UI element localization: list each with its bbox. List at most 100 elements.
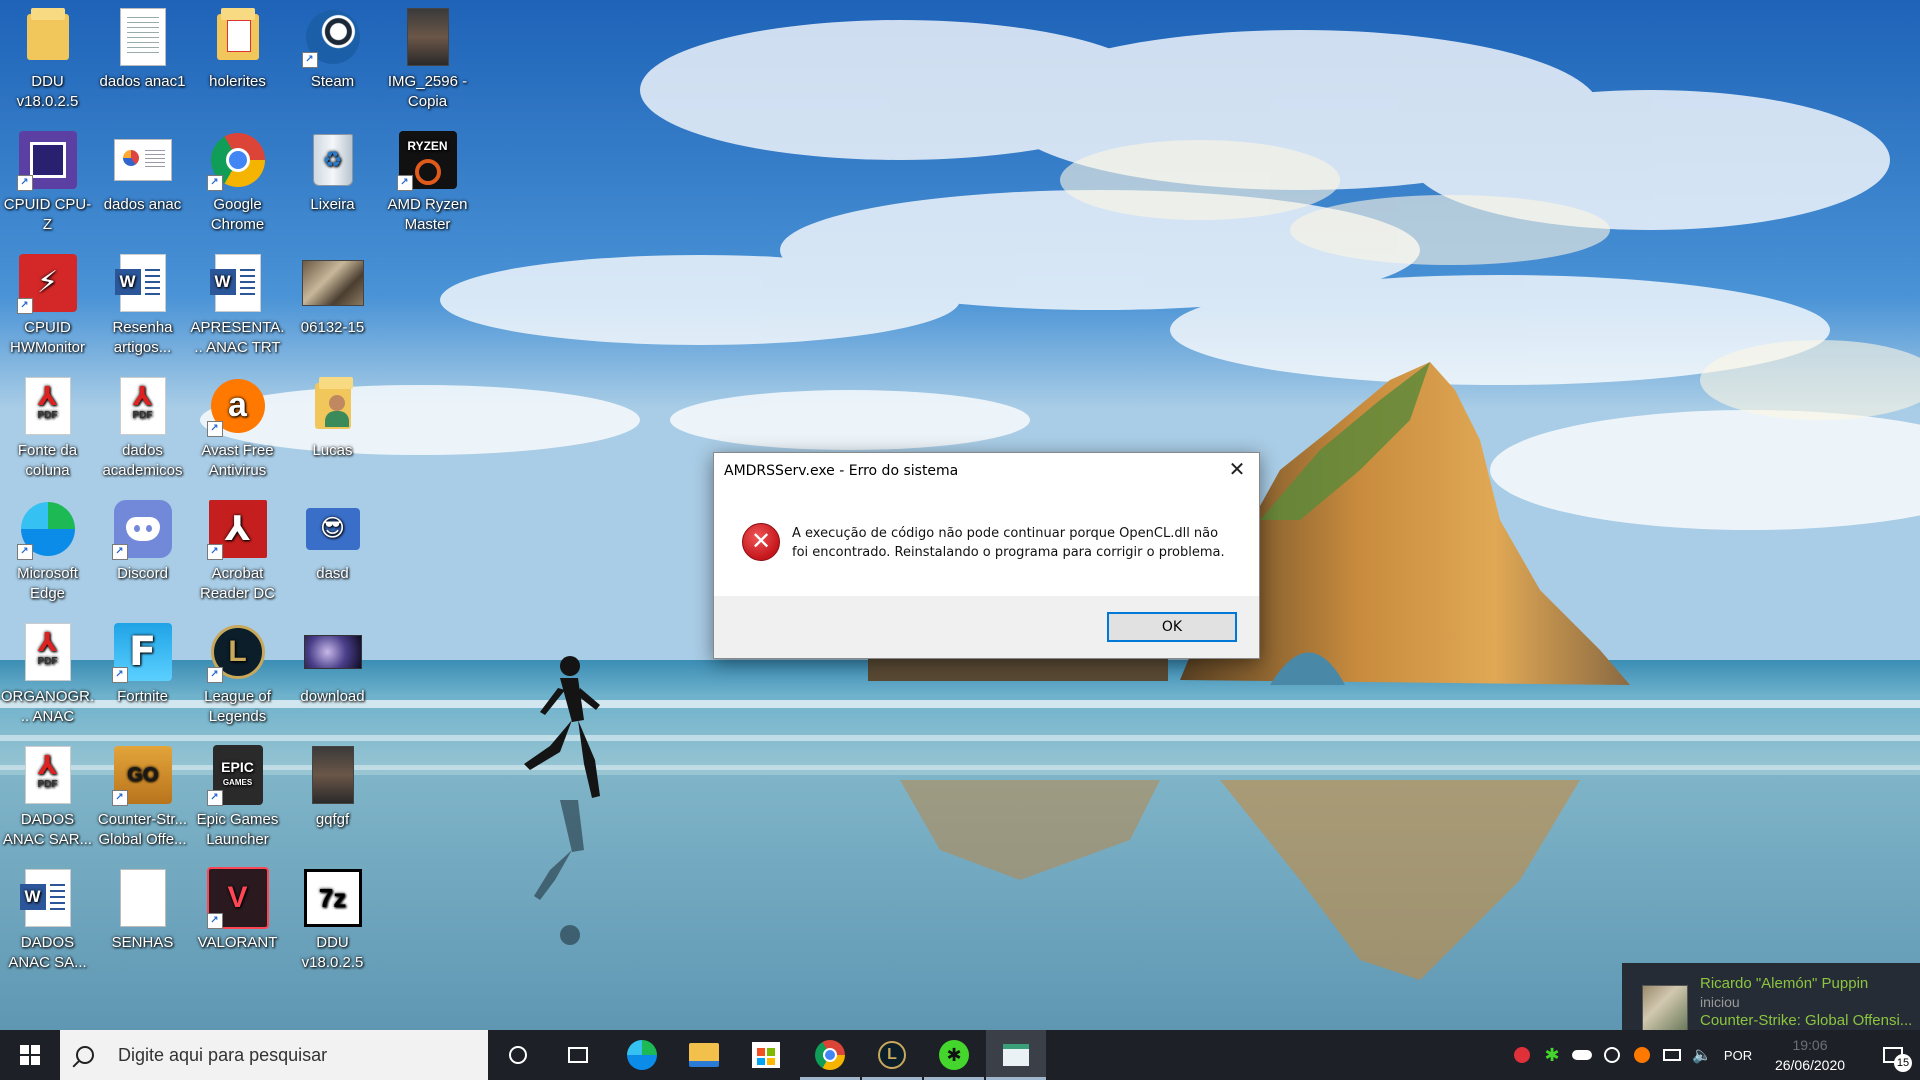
dialog-footer: OK <box>714 596 1259 658</box>
desktop-icon-label: CPUID CPU-Z <box>3 196 92 233</box>
clock-time: 19:06 <box>1792 1037 1828 1053</box>
folder-icon <box>17 6 79 68</box>
user-folder-icon <box>302 375 364 437</box>
desktop-icon-label: dados academicos <box>102 442 183 479</box>
tray-avast[interactable] <box>1628 1030 1656 1080</box>
notification-count-badge: 15 <box>1894 1054 1912 1072</box>
ryzen-master-icon: RYZEN ↗ <box>396 129 459 191</box>
desktop-icon-epic-games[interactable]: EPIC GAMES ↗ Epic Games Launcher <box>190 738 285 850</box>
taskbar-microsoft-store[interactable] <box>736 1030 796 1080</box>
desktop-icon-dados-academicos[interactable]: ⅄ PDF dados academicos <box>95 369 190 481</box>
taskbar: Digite aqui para pesquisar L ✱ ✱ 🔈 POR 1… <box>0 1030 1920 1080</box>
desktop-icon-lucas[interactable]: Lucas <box>285 369 380 461</box>
desktop-icon-acrobat-reader[interactable]: ⅄ ↗ Acrobat Reader DC <box>190 492 285 604</box>
desktop-icon-valorant[interactable]: V ↗ VALORANT <box>190 861 285 953</box>
avast-icon <box>1634 1047 1650 1063</box>
desktop-icon-organograma[interactable]: ⅄ PDF ORGANOGR... ANAC <box>0 615 95 727</box>
desktop-icon-ryzen-master[interactable]: RYZEN ↗ AMD Ryzen Master <box>380 123 475 235</box>
word-document-icon: W <box>17 867 79 929</box>
desktop-icon-steam[interactable]: ↗ Steam <box>285 0 380 92</box>
taskbar-chrome[interactable] <box>800 1030 860 1080</box>
desktop-icon-microsoft-edge[interactable]: ↗ Microsoft Edge <box>0 492 95 604</box>
desktop-icon-label: Epic Games Launcher <box>196 811 279 848</box>
desktop-icon-grid: DDU v18.0.2.5 ↗ CPUID CPU-Z ⚡ ↗ CPUID HW… <box>0 0 480 1030</box>
desktop-icon-label: Discord <box>117 565 168 582</box>
action-center-button[interactable]: 15 <box>1866 1030 1920 1080</box>
acrobat-icon: ⅄ ↗ <box>206 498 269 560</box>
desktop-icon-cpu-z[interactable]: ↗ CPUID CPU-Z <box>0 123 95 235</box>
text-document-icon <box>112 6 174 68</box>
cortana-button[interactable] <box>488 1030 548 1080</box>
desktop-icon-hwmonitor[interactable]: ⚡ ↗ CPUID HWMonitor <box>0 246 95 358</box>
desktop-icon-label: Resenha artigos... <box>112 319 173 356</box>
desktop-icon-resenha-artigos[interactable]: W Resenha artigos... <box>95 246 190 358</box>
clock[interactable]: 19:06 26/06/2020 <box>1760 1030 1860 1080</box>
steam-friend-notification[interactable]: Ricardo "Alemón" Puppin iniciou Counter-… <box>1622 963 1920 1040</box>
desktop-icon-google-chrome[interactable]: ↗ Google Chrome <box>190 123 285 235</box>
image-icon <box>302 621 364 683</box>
ok-button[interactable]: OK <box>1107 612 1237 642</box>
desktop-icon-label: Google Chrome <box>210 196 265 233</box>
desktop-icon-label: Avast Free Antivirus <box>201 442 274 479</box>
desktop-icon-06132-15[interactable]: 06132-15 <box>285 246 380 338</box>
desktop-icon-label: Lixeira <box>310 196 355 213</box>
desktop-icon-avast[interactable]: a ↗ Avast Free Antivirus <box>190 369 285 481</box>
onedrive-icon <box>1572 1050 1592 1060</box>
error-icon: ✕ <box>742 523 780 561</box>
desktop-icon-apresentacao[interactable]: W APRESENTA... ANAC TRT <box>190 246 285 358</box>
desktop-icon-senhas[interactable]: SENHAS <box>95 861 190 953</box>
desktop-icon-gqfgf[interactable]: gqfgf <box>285 738 380 830</box>
cpu-z-icon: ↗ <box>16 129 79 191</box>
taskbar-league-of-legends[interactable]: L <box>862 1030 922 1080</box>
task-view-button[interactable] <box>548 1030 608 1080</box>
taskbar-error-window[interactable] <box>986 1030 1046 1080</box>
discord-icon: ↗ <box>111 498 174 560</box>
desktop-icon-download[interactable]: download <box>285 615 380 707</box>
tray-red-icon[interactable] <box>1508 1030 1536 1080</box>
taskbar-edge[interactable] <box>612 1030 672 1080</box>
desktop-icon-discord[interactable]: ↗ Discord <box>95 492 190 584</box>
desktop-icon-label: IMG_2596 - Copia <box>387 73 468 110</box>
desktop-icon-lixeira[interactable]: ♻ Lixeira <box>285 123 380 215</box>
desktop-icon-league-of-legends[interactable]: L ↗ League of Legends <box>190 615 285 727</box>
pdf-icon: ⅄ PDF <box>17 621 79 683</box>
avatar <box>1642 985 1688 1031</box>
taskbar-file-explorer[interactable] <box>674 1030 734 1080</box>
close-icon[interactable]: ✕ <box>1215 453 1259 485</box>
desktop-icon-csgo[interactable]: GO ↗ Counter-Str... Global Offe... <box>95 738 190 850</box>
desktop-icon-label: AMD Ryzen Master <box>387 196 468 233</box>
desktop-icon-label: Fortnite <box>117 688 168 705</box>
desktop-icon-label: Fonte da coluna <box>17 442 78 479</box>
desktop-icon-dados-anac-sar-pdf[interactable]: ⅄ PDF DADOS ANAC SAR... <box>0 738 95 850</box>
desktop-icon-ddu-folder[interactable]: DDU v18.0.2.5 <box>0 0 95 112</box>
desktop-icon-img-2596[interactable]: IMG_2596 - Copia <box>380 0 475 112</box>
desktop-icon-label: ORGANOGR... ANAC <box>0 688 95 725</box>
tray-language[interactable]: POR <box>1718 1030 1758 1080</box>
desktop-icon-fortnite[interactable]: F ↗ Fortnite <box>95 615 190 707</box>
tray-network[interactable] <box>1658 1030 1686 1080</box>
search-box[interactable]: Digite aqui para pesquisar <box>60 1030 488 1080</box>
desktop-icon-dados-anac-sa-doc[interactable]: W DADOS ANAC SA... <box>0 861 95 973</box>
red-splash-icon <box>1514 1047 1530 1063</box>
tray-razer[interactable]: ✱ <box>1538 1030 1566 1080</box>
tray-steam[interactable] <box>1598 1030 1626 1080</box>
desktop-icon-label: DDU v18.0.2.5 <box>301 934 364 971</box>
tray-volume[interactable]: 🔈 <box>1688 1030 1716 1080</box>
desktop-icon-ddu-archive[interactable]: 7z DDU v18.0.2.5 <box>285 861 380 973</box>
taskbar-razer[interactable]: ✱ <box>924 1030 984 1080</box>
valorant-icon: V ↗ <box>206 867 269 929</box>
desktop-icon-dados-anac[interactable]: dados anac <box>95 123 190 215</box>
desktop-icon-holerites[interactable]: holerites <box>190 0 285 92</box>
edge-icon <box>627 1040 657 1070</box>
desktop-icon-label: download <box>300 688 365 705</box>
desktop-icon-dados-anac1[interactable]: dados anac1 <box>95 0 190 92</box>
desktop-icon-dasd[interactable]: 😎 dasd <box>285 492 380 584</box>
desktop-icon-label: CPUID HWMonitor <box>9 319 85 356</box>
desktop-icon-label: DDU v18.0.2.5 <box>16 73 79 110</box>
file-explorer-icon <box>689 1043 719 1067</box>
desktop-icon-fonte-da-coluna[interactable]: ⅄ PDF Fonte da coluna <box>0 369 95 481</box>
start-button[interactable] <box>0 1030 60 1080</box>
avast-icon: a ↗ <box>206 375 269 437</box>
desktop-icon-label: dasd <box>316 565 349 582</box>
tray-onedrive[interactable] <box>1568 1030 1596 1080</box>
